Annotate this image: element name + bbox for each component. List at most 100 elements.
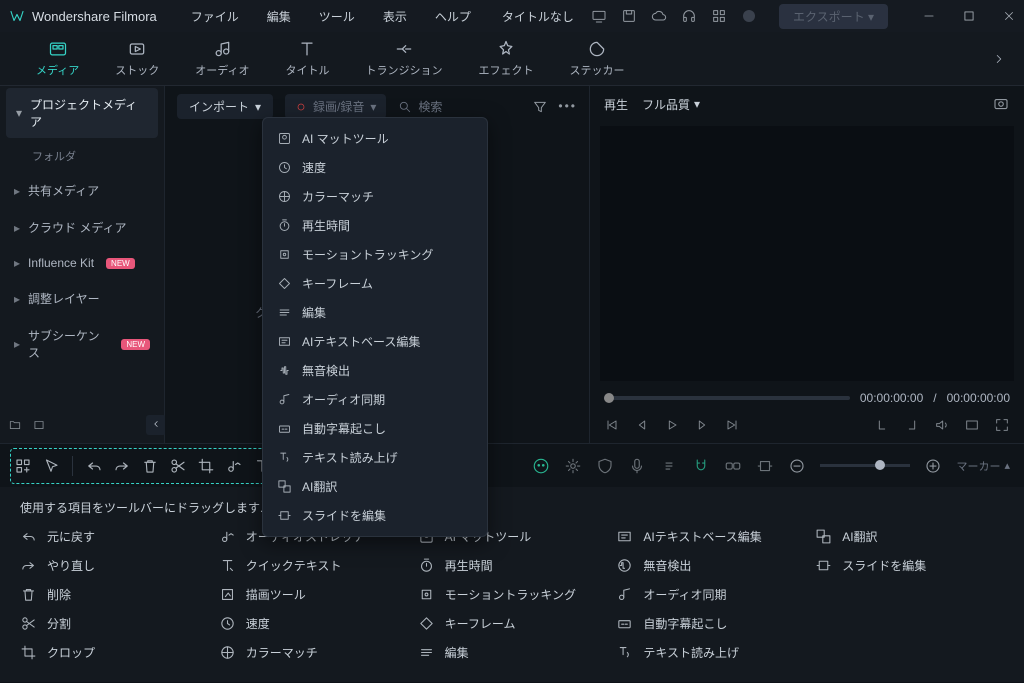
palette-item[interactable]: オーディオ同期 xyxy=(616,586,805,603)
tl-mic-icon[interactable] xyxy=(628,457,646,475)
import-button[interactable]: インポート ▾ xyxy=(177,94,273,119)
tl-link-icon[interactable] xyxy=(724,457,742,475)
marker-dropdown[interactable]: マーカー ▴ xyxy=(956,458,1010,474)
cloud-icon[interactable] xyxy=(651,8,667,24)
tl-zoom-in-icon[interactable] xyxy=(924,457,942,475)
tl-undo-icon[interactable] xyxy=(85,457,103,475)
ctx-audio-sync[interactable]: オーディオ同期 xyxy=(263,385,487,414)
preview-canvas[interactable] xyxy=(600,126,1014,381)
menu-view[interactable]: 表示 xyxy=(369,8,421,25)
quality-dropdown[interactable]: フル品質▾ xyxy=(642,96,700,113)
palette-item[interactable]: カラーマッチ xyxy=(219,644,408,661)
mark-in-icon[interactable] xyxy=(874,417,890,433)
ctx-color-match[interactable]: カラーマッチ xyxy=(263,182,487,211)
palette-item[interactable]: スライドを編集 xyxy=(815,557,1004,574)
sidebar-influence-kit[interactable]: ▸ Influence Kit NEW xyxy=(0,246,164,280)
maximize-icon[interactable] xyxy=(962,9,976,23)
search-area[interactable]: 検索 xyxy=(398,98,442,115)
volume-icon[interactable] xyxy=(934,417,950,433)
tl-delete-icon[interactable] xyxy=(141,457,159,475)
sidebar-project-media[interactable]: ▾ プロジェクトメディア xyxy=(6,88,158,138)
ctx-speed[interactable]: 速度 xyxy=(263,153,487,182)
save-icon[interactable] xyxy=(621,8,637,24)
export-button[interactable]: エクスポート ▾ xyxy=(779,4,888,29)
menu-help[interactable]: ヘルプ xyxy=(421,8,485,25)
tab-audio[interactable]: オーディオ xyxy=(177,39,267,78)
avatar-icon[interactable] xyxy=(741,8,757,24)
menu-tool[interactable]: ツール xyxy=(305,8,369,25)
ctx-auto-caption[interactable]: 自動字幕起こし xyxy=(263,414,487,443)
palette-item[interactable]: キーフレーム xyxy=(418,615,607,632)
ctx-edit-slide[interactable]: スライドを編集 xyxy=(263,501,487,530)
chevron-right-icon[interactable] xyxy=(992,52,1006,66)
filter-icon[interactable] xyxy=(532,99,548,115)
tl-shield-icon[interactable] xyxy=(596,457,614,475)
tl-magnet-icon[interactable] xyxy=(692,457,710,475)
tab-effect[interactable]: エフェクト xyxy=(460,39,551,78)
mark-out-icon[interactable] xyxy=(904,417,920,433)
apps-icon[interactable] xyxy=(711,8,727,24)
tl-gear-icon[interactable] xyxy=(564,457,582,475)
palette-item[interactable]: 分割 xyxy=(20,615,209,632)
zoom-slider[interactable] xyxy=(820,464,910,467)
palette-item[interactable]: モーショントラッキング xyxy=(418,586,607,603)
record-button[interactable]: 録画/録音 ▾ xyxy=(285,94,386,119)
bin-icon[interactable] xyxy=(32,418,46,432)
tab-sticker[interactable]: ステッカー xyxy=(551,39,642,78)
close-icon[interactable] xyxy=(1002,9,1016,23)
palette-item[interactable]: AI翻訳 xyxy=(815,528,1004,545)
scrub-handle[interactable] xyxy=(604,393,614,403)
ctx-ai-text[interactable]: AIテキストベース編集 xyxy=(263,327,487,356)
prev-start-icon[interactable] xyxy=(604,417,620,433)
sidebar-cloud-media[interactable]: ▸ クラウド メディア xyxy=(0,209,164,246)
tl-layout-icon[interactable] xyxy=(14,457,32,475)
zoom-handle[interactable] xyxy=(875,460,885,470)
ctx-ai-translate[interactable]: AI翻訳 xyxy=(263,472,487,501)
palette-item[interactable]: クイックテキスト xyxy=(219,557,408,574)
tl-marker-icon[interactable] xyxy=(756,457,774,475)
scrub-track[interactable] xyxy=(604,396,850,400)
tl-music-icon[interactable] xyxy=(660,457,678,475)
collapse-sidebar-icon[interactable] xyxy=(146,415,166,435)
ctx-edit[interactable]: 編集 xyxy=(263,298,487,327)
tl-split-icon[interactable] xyxy=(169,457,187,475)
capture-icon[interactable] xyxy=(964,417,980,433)
tl-cursor-icon[interactable] xyxy=(42,457,60,475)
tl-crop-icon[interactable] xyxy=(197,457,215,475)
play-icon[interactable] xyxy=(664,417,680,433)
palette-item[interactable]: テキスト読み上げ xyxy=(616,644,805,661)
palette-item[interactable]: AIテキストベース編集 xyxy=(616,528,805,545)
menu-edit[interactable]: 編集 xyxy=(253,8,305,25)
ctx-ai-matte[interactable]: AI マットツール xyxy=(263,124,487,153)
sidebar-shared-media[interactable]: ▸ 共有メディア xyxy=(0,172,164,209)
tl-ai-icon[interactable] xyxy=(532,457,550,475)
minimize-icon[interactable] xyxy=(922,9,936,23)
snapshot-icon[interactable] xyxy=(992,95,1010,113)
sidebar-folder[interactable]: フォルダ xyxy=(0,140,164,172)
ctx-silence-detect[interactable]: 無音検出 xyxy=(263,356,487,385)
ctx-motion-tracking[interactable]: モーショントラッキング xyxy=(263,240,487,269)
palette-item[interactable]: やり直し xyxy=(20,557,209,574)
fullscreen-icon[interactable] xyxy=(994,417,1010,433)
device-icon[interactable] xyxy=(591,8,607,24)
palette-item[interactable]: 削除 xyxy=(20,586,209,603)
tab-media[interactable]: メディア xyxy=(18,39,97,78)
tab-title[interactable]: タイトル xyxy=(267,39,347,78)
ctx-tts[interactable]: テキスト読み上げ xyxy=(263,443,487,472)
sidebar-subsequence[interactable]: ▸ サブシーケンス NEW xyxy=(0,317,164,371)
tl-redo-icon[interactable] xyxy=(113,457,131,475)
palette-item[interactable]: 編集 xyxy=(418,644,607,661)
tab-transition[interactable]: トランジション xyxy=(347,39,460,78)
prev-fwd-icon[interactable] xyxy=(694,417,710,433)
palette-item[interactable]: 自動字幕起こし xyxy=(616,615,805,632)
palette-item[interactable]: 再生時間 xyxy=(418,557,607,574)
palette-item[interactable]: クロップ xyxy=(20,644,209,661)
prev-back-icon[interactable] xyxy=(634,417,650,433)
palette-item[interactable]: 無音検出 xyxy=(616,557,805,574)
ctx-keyframe[interactable]: キーフレーム xyxy=(263,269,487,298)
palette-item[interactable]: 速度 xyxy=(219,615,408,632)
palette-item[interactable]: 元に戻す xyxy=(20,528,209,545)
ctx-duration[interactable]: 再生時間 xyxy=(263,211,487,240)
new-folder-icon[interactable] xyxy=(8,418,22,432)
headphones-icon[interactable] xyxy=(681,8,697,24)
